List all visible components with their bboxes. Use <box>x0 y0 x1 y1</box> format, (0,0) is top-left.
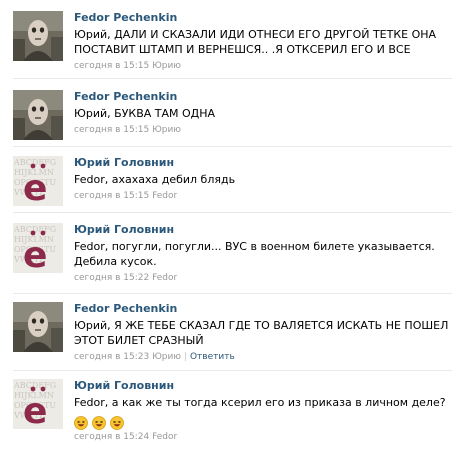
comment-meta: сегодня в 15:15 Юрию <box>74 61 181 71</box>
comment-meta: сегодня в 15:15 Fedor <box>74 191 178 201</box>
divider <box>13 370 452 371</box>
comment-body: Юрий Головнин Fedor, ахахаха дебил блядь… <box>74 156 452 203</box>
comment-meta: сегодня в 15:22 Fedor <box>74 273 178 283</box>
svg-text:e: e <box>23 168 47 206</box>
avatar[interactable] <box>13 90 63 140</box>
avatar[interactable] <box>13 302 63 352</box>
comment-item: Fedor Pechenkin Юрий, Я ЖЕ ТЕБЕ СКАЗАЛ Г… <box>0 300 460 368</box>
divider <box>13 78 452 79</box>
comment-text-line: Fedor, ахахаха дебил блядь <box>74 173 236 186</box>
yuri-avatar-icon: ABCDEFG HIJKLMN OPQRSTU VWXYZ e <box>13 156 63 206</box>
reply-button[interactable]: Ответить <box>190 352 235 362</box>
comment-author[interactable]: Fedor Pechenkin <box>74 11 452 25</box>
divider <box>13 212 452 213</box>
comment-body: Юрий Головнин Fedor, погугли, погугли...… <box>74 223 452 285</box>
avatar[interactable]: ABCDEFG HIJKLMN OPQRSTU VWXYZ e <box>13 223 63 273</box>
comment-author[interactable]: Юрий Головнин <box>74 379 452 393</box>
comment-text-line: ПОСТАВИТ ШТАМП И ВЕРНЕШСЯ.. .Я ОТКСЕРИЛ … <box>74 43 411 56</box>
yuri-avatar-icon: ABCDEFG HIJKLMN OPQRSTU VWXYZ e <box>13 379 63 429</box>
yuri-avatar-icon: ABCDEFG HIJKLMN OPQRSTU VWXYZ e <box>13 223 63 273</box>
comment-author[interactable]: Юрий Головнин <box>74 223 452 237</box>
svg-text:e: e <box>23 235 47 273</box>
comment-text-line: Юрий, ДАЛИ И СКАЗАЛИ ИДИ ОТНЕСИ ЕГО ДРУГ… <box>74 28 437 41</box>
avatar[interactable]: ABCDEFG HIJKLMN OPQRSTU VWXYZ e <box>13 379 63 429</box>
comment-body: Fedor Pechenkin Юрий, БУКВА ТАМ ОДНА сег… <box>74 90 452 137</box>
comment-meta: сегодня в 15:15 Юрию <box>74 125 181 135</box>
comment-item: Fedor Pechenkin Юрий, БУКВА ТАМ ОДНА сег… <box>0 86 460 142</box>
comment-meta: сегодня в 15:24 Fedor <box>74 432 178 442</box>
comment-text-line: Fedor, погугли, погугли... ВУС в военном… <box>74 240 435 253</box>
comment-feed: Fedor Pechenkin Юрий, ДАЛИ И СКАЗАЛИ ИДИ… <box>0 0 460 463</box>
comment-meta: сегодня в 15:23 Юрию | Ответить <box>74 351 452 364</box>
fedor-avatar-icon <box>13 302 63 352</box>
comment-item: ABCDEFG HIJKLMN OPQRSTU VWXYZ e Юрий Гол… <box>0 220 460 288</box>
comment-text-line: Юрий, БУКВА ТАМ ОДНА <box>74 107 216 120</box>
comment-body: Fedor Pechenkin Юрий, ДАЛИ И СКАЗАЛИ ИДИ… <box>74 11 452 73</box>
comment-text-line: Fedor, а как же ты тогда ксерил его из п… <box>74 396 446 409</box>
laughing-emoji-icon <box>92 415 106 430</box>
svg-text:e: e <box>23 391 47 429</box>
comment-meta-time: сегодня в 15:23 Юрию <box>74 352 181 362</box>
laughing-emoji-icon <box>74 415 88 430</box>
divider <box>13 146 452 147</box>
avatar[interactable]: ABCDEFG HIJKLMN OPQRSTU VWXYZ e <box>13 156 63 206</box>
comment-body: Fedor Pechenkin Юрий, Я ЖЕ ТЕБЕ СКАЗАЛ Г… <box>74 302 452 364</box>
comment-author[interactable]: Fedor Pechenkin <box>74 302 452 316</box>
comment-item: ABCDEFG HIJKLMN OPQRSTU VWXYZ e Юрий Гол… <box>0 377 460 457</box>
meta-separator: | <box>183 352 187 362</box>
comment-body: Юрий Головнин Fedor, а как же ты тогда к… <box>74 379 452 444</box>
comment-text-line: Дебила кусок. <box>74 255 157 268</box>
emoji-row <box>74 412 452 430</box>
fedor-avatar-icon <box>13 11 63 61</box>
comment-item: ABCDEFG HIJKLMN OPQRSTU VWXYZ e Юрий Гол… <box>0 153 460 209</box>
comment-author[interactable]: Fedor Pechenkin <box>74 90 452 104</box>
avatar[interactable] <box>13 11 63 61</box>
comment-text-line: ЭТОТ БИЛЕТ СРАЗНЫЙ <box>74 334 204 347</box>
divider <box>13 293 452 294</box>
fedor-avatar-icon <box>13 90 63 140</box>
comment-item: Fedor Pechenkin Юрий, ДАЛИ И СКАЗАЛИ ИДИ… <box>0 8 460 74</box>
comment-author[interactable]: Юрий Головнин <box>74 156 452 170</box>
comment-text-line: Юрий, Я ЖЕ ТЕБЕ СКАЗАЛ ГДЕ ТО ВАЛЯЕТСЯ И… <box>74 319 449 332</box>
laughing-emoji-icon <box>110 415 124 430</box>
